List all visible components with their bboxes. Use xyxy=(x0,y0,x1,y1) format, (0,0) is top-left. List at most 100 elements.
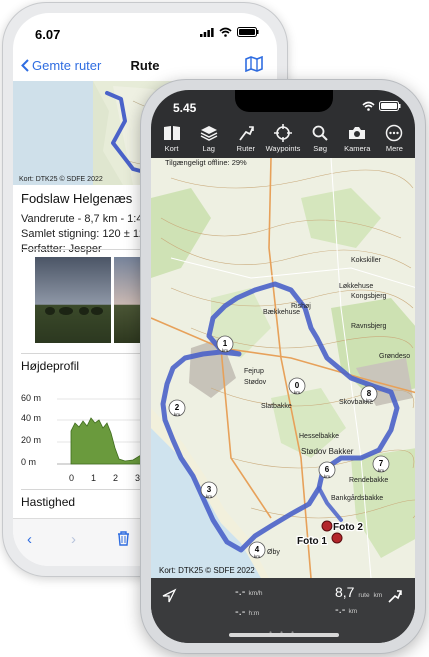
x-tick-label: 2 xyxy=(113,473,119,483)
route-arrow-icon xyxy=(388,590,402,603)
svg-text:km: km xyxy=(206,494,212,499)
svg-text:0: 0 xyxy=(295,381,300,390)
svg-text:6: 6 xyxy=(325,465,330,474)
photo-label: Foto 1 xyxy=(297,536,327,547)
svg-text:km: km xyxy=(366,398,372,403)
status-icons xyxy=(362,101,401,111)
svg-text:3: 3 xyxy=(207,485,212,494)
place-label: Bankgårdsbakke xyxy=(331,494,383,502)
status-icons xyxy=(200,27,259,37)
place-label: Stødov Bakker xyxy=(301,447,354,456)
x-tick-label: 1 xyxy=(91,473,97,483)
battery-icon xyxy=(379,101,401,111)
svg-text:1: 1 xyxy=(223,339,228,348)
place-label: Kongsbjerg xyxy=(351,293,387,300)
status-time: 5.45 xyxy=(173,101,197,115)
navigation-bar: Gemte ruter Rute xyxy=(13,49,277,81)
topo-map[interactable]: Tilgængeligt offline: 29% Fejrup Stødov … xyxy=(151,158,415,578)
place-label: Hesselbakke xyxy=(299,433,339,440)
place-label: Bækkehuse xyxy=(263,309,300,316)
map-credit: Kort: DTK25 © SDFE 2022 xyxy=(19,176,103,183)
delete-button[interactable] xyxy=(117,531,130,550)
photo-waypoint-1 xyxy=(331,532,343,544)
toolbar-kort[interactable]: Kort xyxy=(155,120,189,158)
map-toolbar: Kort Lag Ruter Waypoints Søg Kamera Mere xyxy=(151,120,415,158)
route-icon xyxy=(239,126,254,141)
place-label: Øby xyxy=(267,549,280,556)
speed-unit: km/h xyxy=(248,590,263,597)
svg-text:2: 2 xyxy=(175,403,180,412)
layers-icon xyxy=(200,126,218,141)
search-icon xyxy=(312,125,328,141)
route-photo[interactable] xyxy=(35,257,111,343)
time-value: -.- xyxy=(235,606,246,618)
toolbar-kamera[interactable]: Kamera xyxy=(340,120,374,158)
toolbar-label: Mere xyxy=(385,144,403,153)
toolbar-sog[interactable]: Søg xyxy=(303,120,337,158)
place-label: Løkkehuse xyxy=(339,283,373,290)
forward-nav-button[interactable]: › xyxy=(71,531,76,548)
status-bar: 6.07 xyxy=(13,13,277,49)
toolbar-label: Kamera xyxy=(344,144,371,153)
trip-stats-bar: -.- km/h -.- h:m 8,7 rute km -.- km xyxy=(151,578,415,643)
page-title: Rute xyxy=(130,58,160,73)
compass-button[interactable] xyxy=(161,588,177,609)
route-distance-unit: km xyxy=(373,592,383,599)
toolbar-lag[interactable]: Lag xyxy=(192,120,226,158)
phone-map-view: 5.45 Kort Lag Ruter Waypoints Søg Kamera… xyxy=(140,79,426,654)
toolbar-waypoints[interactable]: Waypoints xyxy=(266,120,300,158)
home-indicator xyxy=(229,633,339,637)
wifi-icon xyxy=(219,27,232,37)
svg-text:km: km xyxy=(174,412,180,417)
toolbar-label: Waypoints xyxy=(265,144,301,153)
toolbar-label: Kort xyxy=(164,144,179,153)
place-label: Slatbakke xyxy=(261,403,292,410)
book-map-icon xyxy=(163,126,180,140)
speed-value: -.- xyxy=(235,586,246,598)
svg-text:km: km xyxy=(294,390,300,395)
speed-readout: -.- km/h xyxy=(235,586,263,598)
route-distance-readout: 8,7 rute km xyxy=(335,584,382,600)
notch xyxy=(235,90,333,112)
toolbar-mere[interactable]: Mere xyxy=(377,120,411,158)
place-label: Ravnsbjerg xyxy=(351,323,387,330)
topo-map-svg: Fejrup Stødov Stødov Bakker Skovbakke Ko… xyxy=(151,158,415,578)
remaining-distance-unit: km xyxy=(348,608,358,615)
route-distance-value: 8,7 xyxy=(335,584,355,600)
signal-icon xyxy=(200,27,214,37)
route-distance-unit-top: rute xyxy=(358,592,370,599)
trash-icon xyxy=(118,531,129,546)
toolbar-label: Ruter xyxy=(236,144,256,153)
battery-icon xyxy=(237,27,259,37)
svg-text:km: km xyxy=(222,348,228,353)
toolbar-label: Søg xyxy=(313,144,327,153)
remaining-distance-readout: -.- km xyxy=(335,604,357,616)
more-icon xyxy=(386,124,403,142)
wifi-icon xyxy=(362,101,375,111)
camera-icon xyxy=(349,127,366,139)
svg-text:km: km xyxy=(324,474,330,479)
toolbar-ruter[interactable]: Ruter xyxy=(229,120,263,158)
map-screen: 5.45 Kort Lag Ruter Waypoints Søg Kamera… xyxy=(151,90,415,643)
status-time: 6.07 xyxy=(35,27,61,42)
map-credit: Kort: DTK25 © SDFE 2022 xyxy=(159,566,255,575)
photo-waypoint-2 xyxy=(321,520,333,532)
app-showcase: 6.07 Gemte ruter Rute Kort: DTK25 © SDFE… xyxy=(0,0,429,657)
map-icon xyxy=(245,55,263,73)
place-label: Fejrup xyxy=(244,368,264,375)
place-label: Stødov xyxy=(244,379,267,386)
svg-text:km: km xyxy=(378,468,384,473)
route-direction-button[interactable] xyxy=(387,588,403,609)
photo-label: Foto 2 xyxy=(333,522,363,533)
remaining-distance-value: -.- xyxy=(335,604,346,616)
back-nav-button[interactable]: ‹ xyxy=(27,531,32,548)
place-label: Rendebakke xyxy=(349,477,388,484)
time-unit: h:m xyxy=(248,610,260,617)
svg-text:4: 4 xyxy=(255,545,260,554)
show-map-button[interactable] xyxy=(245,55,263,75)
time-readout: -.- h:m xyxy=(235,606,259,618)
crosshair-icon xyxy=(273,124,292,142)
x-tick-label: 0 xyxy=(69,473,75,483)
km-marker-2: 2 km xyxy=(168,399,186,417)
svg-text:7: 7 xyxy=(379,459,384,468)
